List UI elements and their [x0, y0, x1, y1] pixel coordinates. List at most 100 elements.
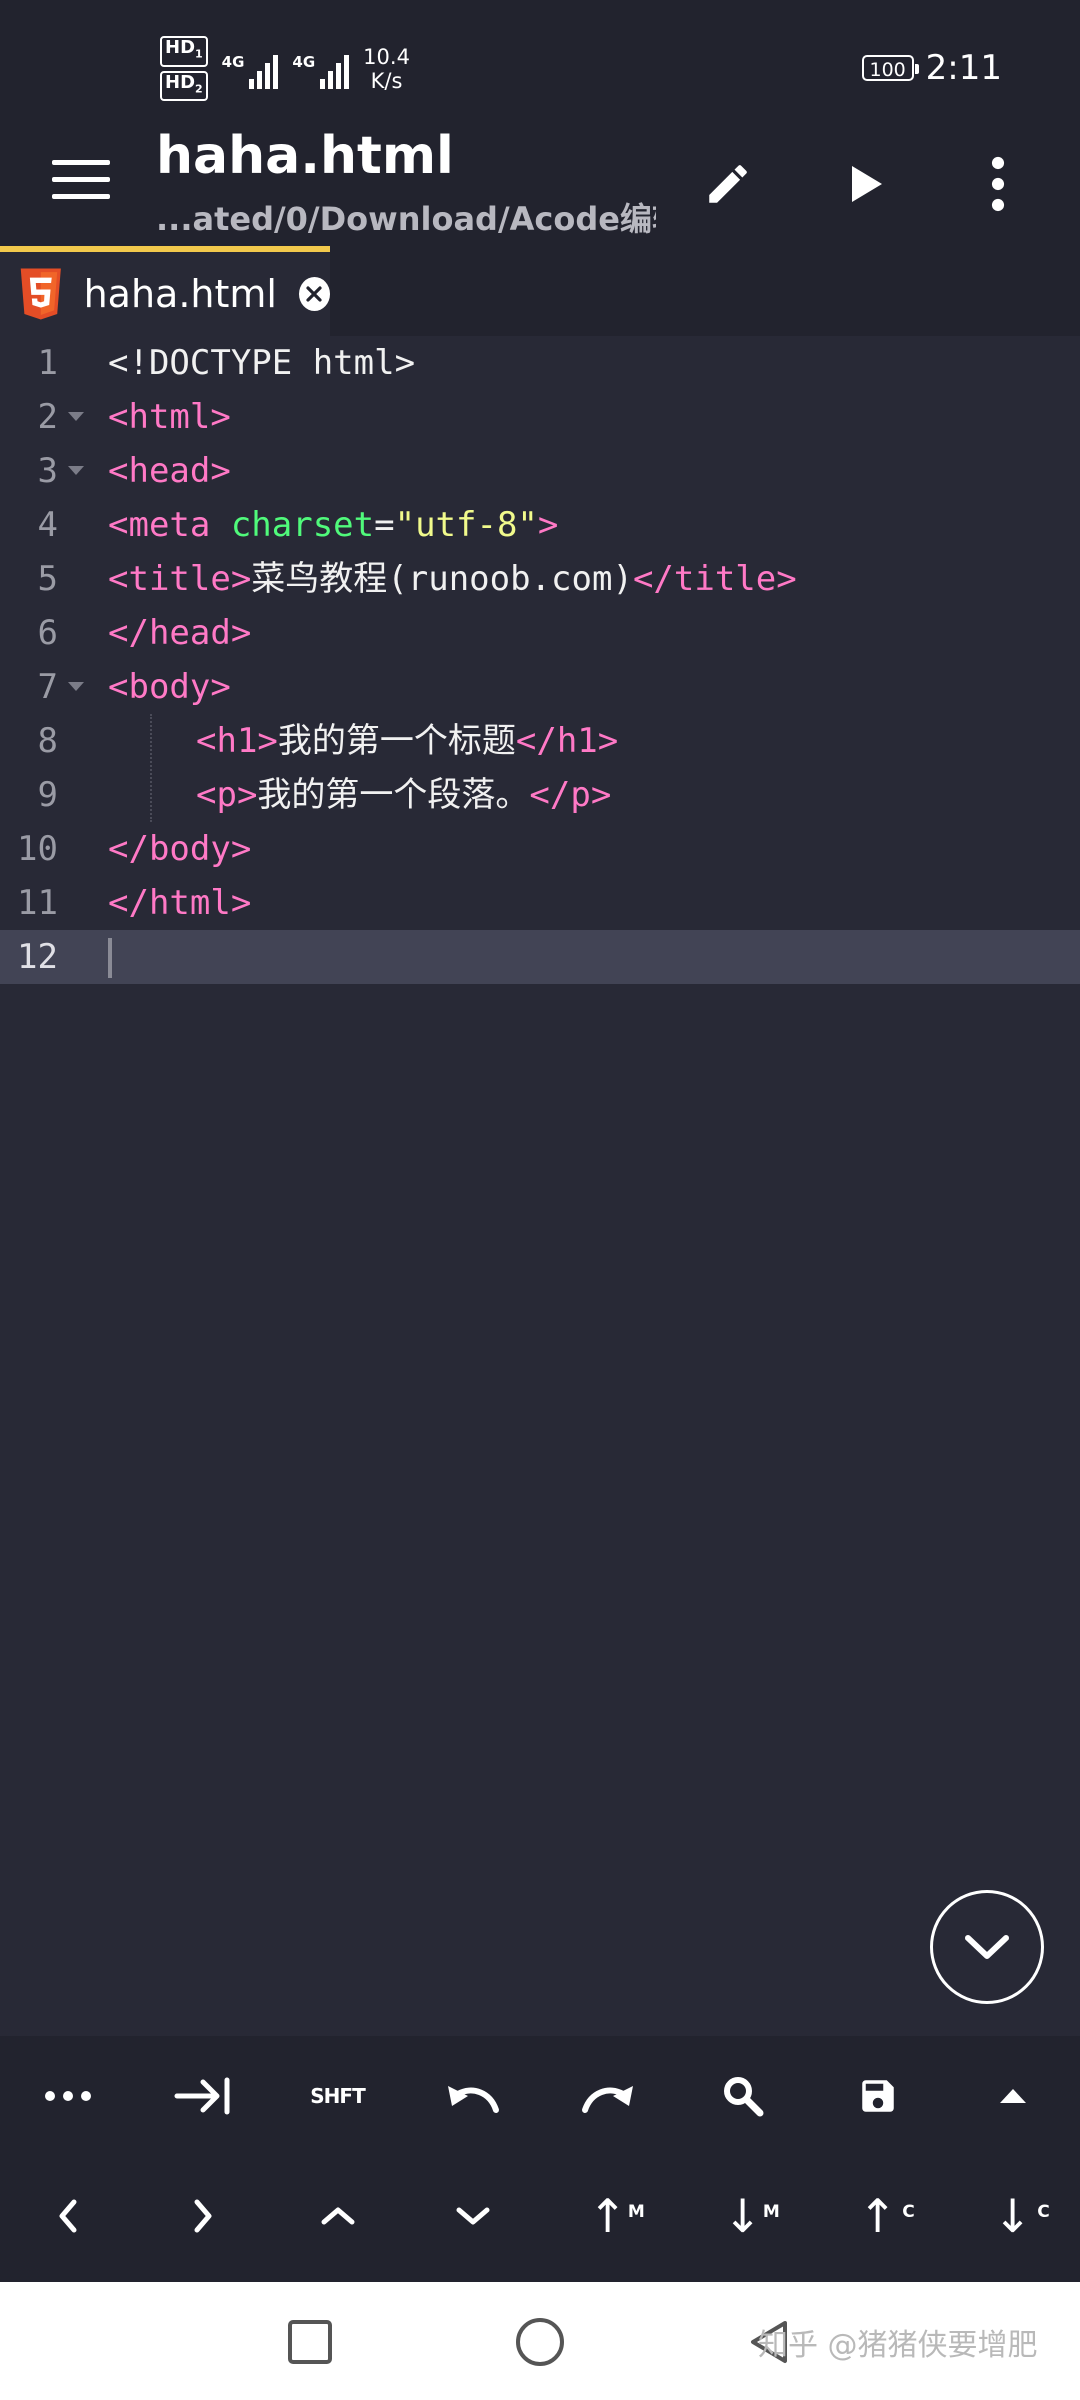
- shift-key-button[interactable]: SHFT: [270, 2036, 405, 2156]
- code-text: <title>菜鸟教程(runoob.com)</title>: [108, 559, 797, 599]
- signal-1-icon: 4G: [222, 49, 279, 89]
- close-icon[interactable]: [298, 277, 330, 311]
- hd-indicators: HD1 HD2: [160, 36, 208, 102]
- signal-2-icon: 4G: [292, 49, 350, 89]
- code-line[interactable]: 10 </body>: [0, 822, 1080, 876]
- arrow-up-icon: ↑ M: [588, 2189, 645, 2243]
- page-down-mark: M: [762, 2202, 780, 2222]
- code-line[interactable]: 8 <h1>我的第一个标题</h1>: [0, 714, 1080, 768]
- line-number: 6: [37, 613, 58, 653]
- more-tools-button[interactable]: [0, 2036, 135, 2156]
- watermark: 知乎 @猪猪侠要增肥: [758, 2328, 1038, 2363]
- tab-haha-html[interactable]: haha.html: [0, 246, 330, 336]
- undo-icon: [447, 2086, 499, 2113]
- page-down-button[interactable]: ↓ M: [675, 2156, 810, 2276]
- chevron-right-icon: [194, 2199, 211, 2233]
- scroll-down-button[interactable]: [930, 1890, 1044, 2004]
- chevron-down-icon: [965, 1935, 1009, 1959]
- line-number: 7: [37, 667, 58, 707]
- clock: 2:11: [925, 48, 1002, 88]
- chevron-left-icon: [59, 2199, 76, 2233]
- search-button[interactable]: [675, 2036, 810, 2156]
- chevron-up-icon: [321, 2207, 354, 2225]
- cursor-up-button[interactable]: [270, 2156, 405, 2276]
- recents-button[interactable]: [280, 2312, 340, 2372]
- file-title: haha.html: [156, 126, 454, 186]
- hd-badge-2: HD2: [160, 70, 208, 102]
- hd-badge-1: HD1: [160, 36, 208, 67]
- code-text: <head>: [108, 451, 231, 491]
- ctrl-down-button[interactable]: ↓ C: [945, 2156, 1080, 2276]
- code-line[interactable]: 5 <title>菜鸟教程(runoob.com)</title>: [0, 552, 1080, 606]
- square-icon: [288, 2320, 332, 2364]
- cursor-down-button[interactable]: [405, 2156, 540, 2276]
- code-line[interactable]: 1 <!DOCTYPE html>: [0, 336, 1080, 390]
- line-number: 10: [17, 829, 58, 869]
- line-number: 9: [37, 775, 58, 815]
- line-number: 8: [37, 721, 58, 761]
- tab-arrow-icon: [174, 2077, 229, 2115]
- status-right: 100 2:11: [861, 48, 1002, 88]
- code-text: <!DOCTYPE html>: [108, 343, 416, 383]
- network-speed-unit: K/s: [370, 68, 403, 93]
- cursor-left-button[interactable]: [0, 2156, 135, 2276]
- system-nav-bar: 知乎 @猪猪侠要增肥: [0, 2282, 1080, 2400]
- code-line[interactable]: 9 <p>我的第一个段落。</p>: [0, 768, 1080, 822]
- chevron-down-icon: [456, 2207, 489, 2225]
- line-number: 11: [17, 883, 58, 923]
- shift-label: SHFT: [310, 2084, 365, 2108]
- run-icon[interactable]: [830, 150, 898, 218]
- fold-arrow-icon[interactable]: [68, 466, 84, 475]
- ctrl-down-mark: C: [1037, 2202, 1050, 2222]
- code-line[interactable]: 7 <body>: [0, 660, 1080, 714]
- code-line[interactable]: 4 <meta charset="utf-8">: [0, 498, 1080, 552]
- code-line[interactable]: 3 <head>: [0, 444, 1080, 498]
- battery-icon: 100: [861, 55, 919, 81]
- redo-button[interactable]: [540, 2036, 675, 2156]
- code-editor[interactable]: 1 <!DOCTYPE html> 2 <html> 3 <head> 4 <m…: [0, 336, 1080, 2036]
- page-up-button[interactable]: ↑ M: [540, 2156, 675, 2276]
- line-number: 5: [37, 559, 58, 599]
- code-line[interactable]: 6 </head>: [0, 606, 1080, 660]
- home-button[interactable]: [510, 2312, 570, 2372]
- active-code-line[interactable]: 12: [0, 930, 1080, 984]
- app-bar: haha.html ...ated/0/Download/Acode编辑器: [0, 120, 1080, 248]
- save-button[interactable]: [810, 2036, 945, 2156]
- code-text: <html>: [108, 397, 231, 437]
- menu-icon[interactable]: [52, 160, 110, 208]
- tab-key-button[interactable]: [135, 2036, 270, 2156]
- search-icon: [723, 2077, 763, 2117]
- ctrl-up-mark: C: [902, 2202, 915, 2222]
- save-icon: [861, 2080, 894, 2112]
- fold-arrow-icon[interactable]: [68, 412, 84, 421]
- arrow-down-icon: ↓ M: [723, 2189, 780, 2243]
- arrow-up-icon: ↑ C: [858, 2189, 915, 2243]
- text-cursor: [108, 938, 112, 978]
- code-text: <body>: [108, 667, 231, 707]
- more-horizontal-icon: [44, 2091, 91, 2101]
- arrow-down-icon: ↓ C: [993, 2189, 1050, 2243]
- undo-button[interactable]: [405, 2036, 540, 2156]
- code-text: </body>: [108, 829, 252, 869]
- network-speed: 10.4 K/s: [363, 45, 410, 93]
- page-up-mark: M: [627, 2202, 645, 2222]
- edit-icon[interactable]: [694, 150, 762, 218]
- quick-tools-row-2: ↑ M ↓ M ↑ C ↓ C: [0, 2156, 1080, 2276]
- triangle-up-icon: [999, 2089, 1026, 2103]
- cursor-right-button[interactable]: [135, 2156, 270, 2276]
- code-text: </head>: [108, 613, 252, 653]
- line-number: 3: [37, 451, 58, 491]
- ctrl-up-button[interactable]: ↑ C: [810, 2156, 945, 2276]
- tab-label: haha.html: [83, 272, 277, 316]
- code-text: <p>我的第一个段落。</p>: [196, 775, 612, 815]
- network-type-2: 4G: [292, 52, 316, 71]
- fold-arrow-icon[interactable]: [68, 682, 84, 691]
- code-line[interactable]: 2 <html>: [0, 390, 1080, 444]
- expand-toolbar-button[interactable]: [945, 2036, 1080, 2156]
- code-line[interactable]: 11 </html>: [0, 876, 1080, 930]
- quick-tools: SHFT ↑ M ↓ M ↑ C ↓ C: [0, 2036, 1080, 2282]
- line-number: 1: [37, 343, 58, 383]
- network-type-1: 4G: [221, 52, 245, 71]
- more-options-icon[interactable]: [964, 150, 1032, 218]
- code-text: </html>: [108, 883, 252, 923]
